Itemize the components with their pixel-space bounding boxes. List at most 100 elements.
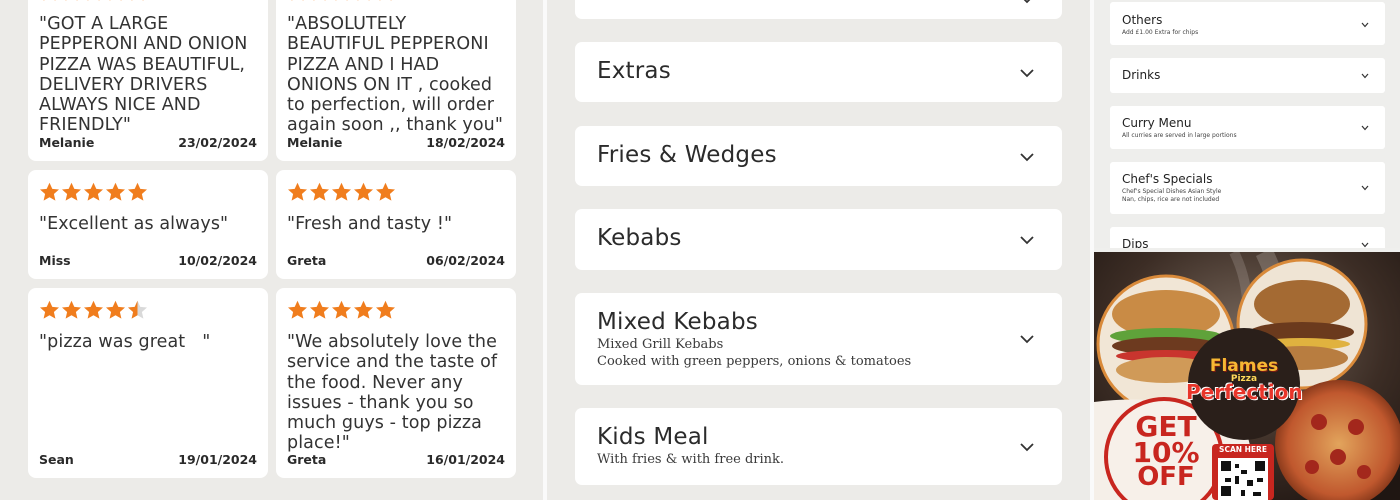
promo-banner[interactable]: Flames Pizza Perfection GET 10% OFF SCAN…	[1094, 252, 1400, 500]
star-rating	[39, 182, 148, 202]
side-menu-item-others[interactable]: Others Add £1.00 Extra for chips	[1110, 2, 1385, 45]
star-icon	[109, 0, 122, 1]
chevron-down-icon	[1020, 335, 1034, 344]
chevron-down-icon	[1361, 125, 1369, 131]
review-author: Miss	[39, 253, 71, 268]
review-card: "We absolutely love the service and the …	[276, 288, 516, 478]
promo-logo-top: Flames	[1209, 356, 1279, 376]
category-title: Kids Meal	[597, 424, 709, 450]
star-icon	[84, 300, 103, 319]
star-icon	[106, 182, 125, 201]
review-date: 23/02/2024	[178, 135, 257, 150]
star-rating	[287, 300, 396, 320]
star-icon	[40, 300, 59, 319]
review-quote: "GOT A LARGE PEPPERONI AND ONION PIZZA W…	[39, 14, 248, 136]
review-date: 19/01/2024	[178, 452, 257, 467]
star-icon	[84, 182, 103, 201]
star-icon	[313, 0, 326, 1]
category-description: Mixed Grill Kebabs Cooked with green pep…	[597, 337, 912, 369]
star-icon	[332, 300, 351, 319]
promo-logo-main: Perfection	[1186, 380, 1303, 404]
menu-category-mixed-kebabs[interactable]: Mixed Kebabs Mixed Grill Kebabs Cooked w…	[575, 293, 1062, 385]
side-item-description: Chef's Special Dishes Asian Style Nan, c…	[1122, 188, 1222, 203]
review-card: "Excellent as always" Miss 10/02/2024	[28, 170, 268, 279]
star-icon	[335, 0, 348, 1]
review-quote: "ABSOLUTELY BEAUTIFUL PEPPERONI PIZZA AN…	[287, 14, 504, 136]
side-item-title: Drinks	[1122, 68, 1161, 82]
review-quote: "Excellent as always"	[39, 214, 229, 234]
review-quote: "Fresh and tasty !"	[287, 214, 453, 234]
side-menu-item-chefs-specials[interactable]: Chef's Specials Chef's Special Dishes As…	[1110, 162, 1385, 214]
review-card: "GOT A LARGE PEPPERONI AND ONION PIZZA W…	[28, 0, 268, 161]
star-icon	[65, 0, 78, 1]
review-quote: "We absolutely love the service and the …	[287, 332, 498, 454]
review-card: "pizza was great " Sean 19/01/2024	[28, 288, 268, 478]
side-menu-item-drinks[interactable]: Drinks	[1110, 58, 1385, 93]
star-icon	[310, 182, 329, 201]
star-icon	[354, 300, 373, 319]
review-date: 18/02/2024	[426, 135, 505, 150]
chevron-down-icon	[1020, 443, 1034, 452]
star-icon	[288, 182, 307, 201]
star-icon	[106, 300, 125, 319]
menu-category-extras[interactable]: Extras	[575, 42, 1062, 102]
star-icon	[128, 300, 147, 319]
menu-category-kebabs[interactable]: Kebabs	[575, 209, 1062, 270]
star-icon	[288, 300, 307, 319]
side-item-title: Curry Menu	[1122, 116, 1192, 130]
chevron-down-icon	[1361, 22, 1369, 28]
side-item-description: All curries are served in large portions	[1122, 132, 1237, 139]
promo-scan-label: SCAN HERE	[1219, 445, 1267, 454]
star-icon	[291, 0, 304, 1]
star-icon	[357, 0, 370, 1]
review-author: Melanie	[287, 135, 343, 150]
reviews-panel: "GOT A LARGE PEPPERONI AND ONION PIZZA W…	[0, 0, 543, 500]
star-rating	[39, 0, 148, 2]
chevron-down-icon	[1023, 0, 1031, 4]
star-icon	[43, 0, 56, 1]
star-icon	[376, 300, 395, 319]
review-card: "ABSOLUTELY BEAUTIFUL PEPPERONI PIZZA AN…	[276, 0, 516, 161]
star-icon	[131, 0, 144, 1]
star-rating	[287, 182, 396, 202]
chevron-down-icon	[1361, 242, 1369, 248]
menu-category-kids-meal[interactable]: Kids Meal With fries & with free drink.	[575, 408, 1062, 485]
star-icon	[62, 300, 81, 319]
star-icon	[87, 0, 100, 1]
star-icon	[310, 300, 329, 319]
chevron-down-icon	[1020, 236, 1034, 245]
chevron-down-icon	[1020, 153, 1034, 162]
star-icon	[62, 182, 81, 201]
category-title: Kebabs	[597, 225, 682, 251]
star-icon	[354, 182, 373, 201]
star-rating	[39, 300, 148, 320]
review-author: Greta	[287, 253, 327, 268]
review-date: 10/02/2024	[178, 253, 257, 268]
star-icon	[379, 0, 392, 1]
star-icon	[332, 182, 351, 201]
review-author: Sean	[39, 452, 74, 467]
menu-categories-panel: Extras Fries & Wedges Kebabs Mixed Kebab…	[547, 0, 1090, 500]
star-rating	[287, 0, 396, 2]
side-menu-item-dips[interactable]: Dips	[1110, 227, 1385, 248]
category-title: Mixed Kebabs	[597, 309, 758, 335]
side-item-description: Add £1.00 Extra for chips	[1122, 29, 1199, 36]
category-title: Fries & Wedges	[597, 142, 777, 168]
category-title: Extras	[597, 58, 671, 84]
side-menu-item-curry-menu[interactable]: Curry Menu All curries are served in lar…	[1110, 106, 1385, 149]
menu-category[interactable]	[575, 0, 1062, 19]
side-item-title: Others	[1122, 13, 1163, 27]
side-item-title: Dips	[1122, 237, 1149, 248]
category-description: With fries & with free drink.	[597, 452, 785, 467]
review-card: "Fresh and tasty !" Greta 06/02/2024	[276, 170, 516, 279]
menu-category-fries-wedges[interactable]: Fries & Wedges	[575, 126, 1062, 186]
review-author: Greta	[287, 452, 327, 467]
review-author: Melanie	[39, 135, 95, 150]
review-quote: "pizza was great "	[39, 332, 211, 352]
review-date: 16/01/2024	[426, 452, 505, 467]
promo-offer-off: OFF	[1137, 462, 1195, 492]
star-icon	[128, 182, 147, 201]
review-date: 06/02/2024	[426, 253, 505, 268]
chevron-down-icon	[1361, 185, 1369, 191]
chevron-down-icon	[1361, 73, 1369, 79]
